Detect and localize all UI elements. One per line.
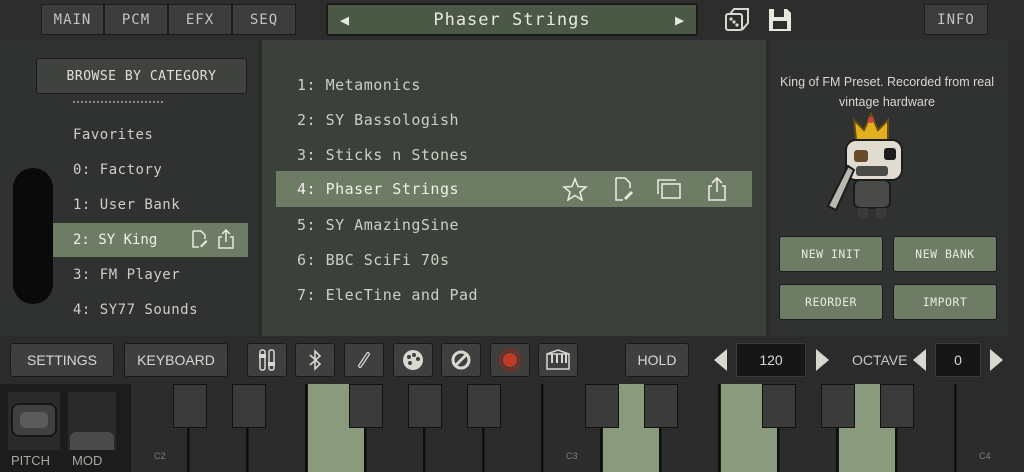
- preset-item-3[interactable]: 3: Sticks n Stones: [297, 146, 469, 164]
- info-button[interactable]: INFO: [924, 4, 988, 35]
- tab-efx[interactable]: EFX: [168, 4, 232, 35]
- duplicate-icon[interactable]: [656, 177, 682, 201]
- tab-seq[interactable]: SEQ: [232, 4, 296, 35]
- category-item-sy-king[interactable]: 2: SY King: [53, 223, 248, 257]
- new-init-button[interactable]: NEW INIT: [779, 236, 883, 272]
- prev-preset-icon[interactable]: ◀: [340, 11, 349, 29]
- settings-button[interactable]: SETTINGS: [10, 343, 114, 377]
- preset-item-5[interactable]: 5: SY AmazingSine: [297, 216, 459, 234]
- mod-wheel-knob[interactable]: [70, 432, 114, 450]
- piano-key-black[interactable]: [173, 384, 207, 428]
- preset-item-label: 4: Phaser Strings: [297, 180, 460, 198]
- tempo-increase-icon[interactable]: [816, 349, 829, 371]
- piano-key-black[interactable]: [585, 384, 619, 428]
- piano-key-black[interactable]: [644, 384, 678, 428]
- current-preset-name: Phaser Strings: [433, 9, 591, 30]
- disable-icon[interactable]: [441, 343, 481, 377]
- link-icon[interactable]: [344, 343, 384, 377]
- next-preset-icon[interactable]: ▶: [675, 11, 684, 29]
- new-bank-button[interactable]: NEW BANK: [893, 236, 997, 272]
- hold-button[interactable]: HOLD: [625, 343, 689, 377]
- tempo-decrease-icon[interactable]: [714, 349, 727, 371]
- category-item-factory[interactable]: 0: Factory: [73, 162, 162, 178]
- favorite-star-icon[interactable]: [562, 177, 588, 201]
- key-label-c4: C4: [979, 451, 991, 461]
- tab-main[interactable]: MAIN: [41, 4, 104, 35]
- mod-label: MOD: [72, 453, 103, 468]
- preset-item-2[interactable]: 2: SY Bassologish: [297, 111, 459, 129]
- tempo-field[interactable]: 120: [736, 343, 806, 377]
- import-button[interactable]: IMPORT: [893, 284, 997, 320]
- floppy-save-icon[interactable]: [766, 6, 794, 34]
- clipped-category-row: [73, 100, 173, 106]
- piano-key-black[interactable]: [349, 384, 383, 428]
- octave-field[interactable]: 0: [935, 343, 981, 377]
- edit-icon[interactable]: [610, 177, 636, 201]
- piano-key-black[interactable]: [408, 384, 442, 428]
- key-label-c3: C3: [566, 451, 578, 461]
- preset-item-7[interactable]: 7: ElecTine and Pad: [297, 286, 478, 304]
- dice-icon[interactable]: [722, 6, 750, 34]
- browse-by-category-button[interactable]: BROWSE BY CATEGORY: [36, 58, 247, 94]
- piano-key-black[interactable]: [232, 384, 266, 428]
- key-label-c2: C2: [154, 451, 166, 461]
- share-icon[interactable]: [704, 177, 730, 201]
- octave-increase-icon[interactable]: [990, 349, 1003, 371]
- category-item-label: 2: SY King: [73, 232, 158, 248]
- bank-description: King of FM Preset. Recorded from real vi…: [780, 75, 994, 109]
- octave-label: OCTAVE: [852, 352, 908, 368]
- share-icon[interactable]: [217, 229, 235, 249]
- preset-item-1[interactable]: 1: Metamonics: [297, 76, 421, 94]
- bluetooth-icon[interactable]: [295, 343, 335, 377]
- preset-item-6[interactable]: 6: BBC SciFi 70s: [297, 251, 450, 269]
- category-item-favorites[interactable]: Favorites: [73, 127, 153, 143]
- category-scrollbar[interactable]: [13, 168, 53, 304]
- piano-key-black[interactable]: [821, 384, 855, 428]
- reorder-button[interactable]: REORDER: [779, 284, 883, 320]
- category-item-sy77-sounds[interactable]: 4: SY77 Sounds: [73, 302, 198, 318]
- king-mascot-image: [826, 111, 903, 218]
- pitch-label: PITCH: [11, 453, 50, 468]
- record-icon[interactable]: [490, 343, 530, 377]
- octave-decrease-icon[interactable]: [913, 349, 926, 371]
- piano-key-black[interactable]: [467, 384, 501, 428]
- palette-icon[interactable]: [393, 343, 433, 377]
- keyboard-button[interactable]: KEYBOARD: [124, 343, 228, 377]
- preset-selector[interactable]: ◀ Phaser Strings ▶: [326, 3, 698, 36]
- preset-item-4-selected[interactable]: 4: Phaser Strings: [276, 171, 752, 207]
- pitch-wheel-knob[interactable]: [11, 403, 57, 437]
- mixer-icon[interactable]: [247, 343, 287, 377]
- category-item-fm-player[interactable]: 3: FM Player: [73, 267, 180, 283]
- piano-icon[interactable]: [538, 343, 578, 377]
- edit-icon[interactable]: [190, 230, 208, 248]
- category-item-user-bank[interactable]: 1: User Bank: [73, 197, 180, 213]
- piano-key-black[interactable]: [762, 384, 796, 428]
- tab-pcm[interactable]: PCM: [104, 4, 168, 35]
- piano-key-black[interactable]: [880, 384, 914, 428]
